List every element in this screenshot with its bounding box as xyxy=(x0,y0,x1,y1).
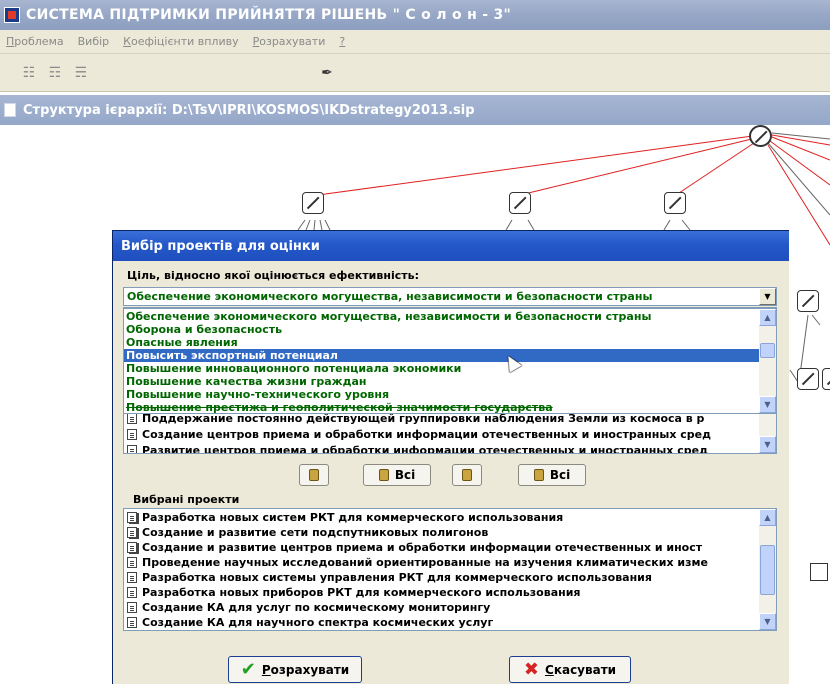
dropdown-scrollbar[interactable]: ▲ ▼ xyxy=(759,309,776,413)
add-all-button[interactable]: Всі xyxy=(363,464,431,486)
scroll-down-icon[interactable]: ▼ xyxy=(759,396,776,413)
scroll-thumb[interactable] xyxy=(760,545,775,595)
app-title: СИСТЕМА ПІДТРИМКИ ПРИЙНЯТТЯ РІШЕНЬ " С о… xyxy=(26,7,512,23)
close-icon: ✖ xyxy=(523,658,540,680)
document-icon xyxy=(127,557,137,568)
chevron-down-icon[interactable]: ▼ xyxy=(759,288,776,305)
cancel-button[interactable]: ✖ Скасувати xyxy=(509,656,631,683)
document-stack-icon xyxy=(127,512,137,523)
list-item[interactable]: Проведение научных исследований ориентир… xyxy=(124,556,776,569)
goal-selected-value: Обеспечение экономического могущества, н… xyxy=(127,290,653,303)
dialog-title: Вибір проектів для оцінки xyxy=(113,231,789,261)
menu-help[interactable]: ? xyxy=(337,33,347,50)
selected-projects-label: Вибрані проекти xyxy=(133,493,240,506)
dropdown-option[interactable]: Повышение качества жизни граждан xyxy=(124,375,776,388)
list-item[interactable]: Разработка новых системы управления РКТ … xyxy=(124,571,776,584)
list-item[interactable]: Разработка новых приборов РКТ для коммер… xyxy=(124,586,776,599)
menu-bar: Проблема Вибір Коефіцієнти впливу Розрах… xyxy=(0,30,830,54)
hand-down-icon xyxy=(309,469,319,481)
hierarchy-node[interactable] xyxy=(797,368,819,390)
calculate-button[interactable]: ✔ Розрахувати xyxy=(228,656,362,683)
scroll-thumb[interactable] xyxy=(760,343,775,358)
hierarchy-window-title: Структура ієрархії: D:\TsV\IPRI\KOSMOS\I… xyxy=(23,102,475,118)
scroll-up-icon[interactable]: ▲ xyxy=(759,309,776,326)
hierarchy-node[interactable] xyxy=(664,192,686,214)
edit-icon[interactable]: ✒ xyxy=(316,62,338,84)
list-item[interactable]: Создание и развитие центров приема и обр… xyxy=(124,541,776,554)
hierarchy-node[interactable] xyxy=(302,192,324,214)
document-stack-icon xyxy=(127,527,137,538)
app-titlebar: СИСТЕМА ПІДТРИМКИ ПРИЙНЯТТЯ РІШЕНЬ " С о… xyxy=(0,0,830,30)
list-item[interactable]: Создание КА для услуг по космическому мо… xyxy=(124,601,776,614)
scroll-down-icon[interactable]: ▼ xyxy=(759,436,776,453)
menu-coefficients[interactable]: Коефіцієнти впливу xyxy=(121,33,240,50)
menu-choice[interactable]: Вибір xyxy=(76,33,112,50)
hand-down-icon xyxy=(378,469,389,481)
root-node[interactable] xyxy=(749,125,772,147)
document-icon xyxy=(127,413,137,424)
scroll-up-icon[interactable]: ▲ xyxy=(759,509,776,526)
tree-check-icon[interactable]: ☴ xyxy=(70,62,92,84)
menu-problem[interactable]: Проблема xyxy=(4,33,66,50)
remove-all-button[interactable]: Всі xyxy=(518,464,586,486)
document-icon xyxy=(127,429,137,440)
dropdown-option[interactable]: Опасные явления xyxy=(124,336,776,349)
document-icon xyxy=(127,602,137,613)
scroll-down-icon[interactable]: ▼ xyxy=(759,613,776,630)
hierarchy-leaf-node[interactable] xyxy=(810,563,828,581)
dropdown-option[interactable]: Повышение престижа и геополитической зна… xyxy=(124,401,776,413)
remove-one-button[interactable] xyxy=(452,464,482,486)
list-item[interactable]: Создание центров приема и обработки инфо… xyxy=(124,428,760,441)
tree-icon[interactable]: ☷ xyxy=(18,62,40,84)
list-item[interactable]: Развитие центров приема и обработки инфо… xyxy=(124,444,760,453)
document-icon xyxy=(127,617,137,628)
select-projects-dialog: Вибір проектів для оцінки Ціль, відносно… xyxy=(112,230,789,684)
hierarchy-window-titlebar: Структура ієрархії: D:\TsV\IPRI\KOSMOS\I… xyxy=(0,95,830,125)
goal-label: Ціль, відносно якої оцінюється ефективні… xyxy=(127,269,419,282)
goal-combobox[interactable]: Обеспечение экономического могущества, н… xyxy=(123,287,777,306)
toolbar: ☷ ☶ ☴ ✒ xyxy=(0,54,830,92)
selected-projects-list[interactable]: Разработка новых систем РКТ для коммерче… xyxy=(123,508,777,631)
add-one-button[interactable] xyxy=(299,464,329,486)
selected-list-scrollbar[interactable]: ▲ ▼ xyxy=(759,509,776,630)
menu-calculate[interactable]: Розрахувати xyxy=(251,33,328,50)
list-item[interactable]: Разработка новых систем РКТ для коммерче… xyxy=(124,511,776,524)
goal-dropdown-list[interactable]: Обеспечение экономического могущества, н… xyxy=(123,308,777,414)
list-item[interactable]: Создание и развитие сети подспутниковых … xyxy=(124,526,776,539)
dropdown-option[interactable]: Обеспечение экономического могущества, н… xyxy=(124,310,776,323)
document-icon xyxy=(4,103,16,117)
dropdown-option[interactable]: Оборона и безопасность xyxy=(124,323,776,336)
document-stack-icon xyxy=(127,542,137,553)
app-icon xyxy=(4,7,20,23)
list-item[interactable]: Создание КА для научного спектра космиче… xyxy=(124,616,776,629)
hand-up-icon xyxy=(462,469,472,481)
document-icon xyxy=(127,572,137,583)
check-icon: ✔ xyxy=(240,658,256,680)
dropdown-option[interactable]: Повышение инновационного потенциала экон… xyxy=(124,362,776,375)
dropdown-option[interactable]: Повышение научно-технического уровня xyxy=(124,388,776,401)
dropdown-option-selected[interactable]: Повысить экспортный потенциал xyxy=(124,349,760,362)
tree-alt-icon[interactable]: ☶ xyxy=(44,62,66,84)
hierarchy-node[interactable] xyxy=(822,368,830,390)
document-icon xyxy=(127,445,137,453)
hierarchy-node[interactable] xyxy=(797,290,819,312)
document-icon xyxy=(127,587,137,598)
hand-up-icon xyxy=(533,469,544,481)
hierarchy-node[interactable] xyxy=(509,192,531,214)
